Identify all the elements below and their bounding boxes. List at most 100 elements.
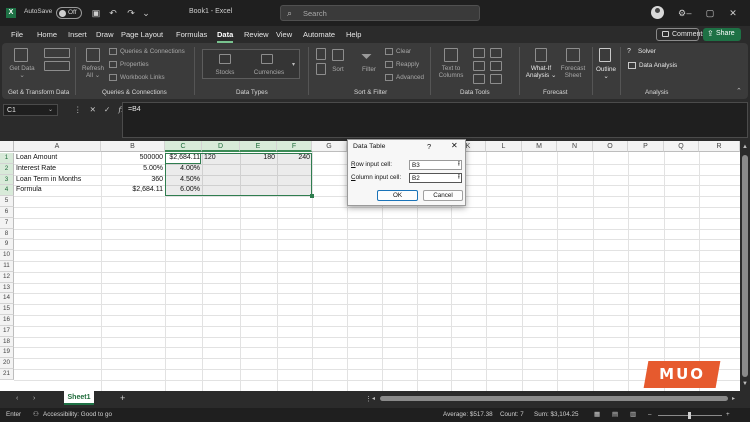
confirm-entry-icon[interactable]: ✓ <box>104 105 110 114</box>
close-icon[interactable]: ✕ <box>728 8 738 18</box>
tab-view[interactable]: View <box>276 30 292 39</box>
column-header[interactable]: D <box>202 141 240 152</box>
cell-d1[interactable]: 120 <box>204 153 238 163</box>
cell-c3[interactable]: 4.50% <box>165 175 200 185</box>
ok-button[interactable]: OK <box>377 190 418 201</box>
cell-a3[interactable]: Loan Term in Months <box>16 175 100 185</box>
scroll-left-icon[interactable]: ◂ <box>372 395 375 402</box>
fill-handle[interactable] <box>310 194 314 198</box>
properties-button[interactable]: Properties <box>109 61 149 68</box>
tab-data[interactable]: Data <box>217 30 234 43</box>
status-average[interactable]: Average: $517.38 <box>443 411 493 418</box>
row-header[interactable]: 6 <box>0 207 14 218</box>
tab-help[interactable]: Help <box>346 30 361 39</box>
cell-c2[interactable]: 4.00% <box>165 164 200 174</box>
close-icon[interactable]: ✕ <box>451 141 458 150</box>
filter-button[interactable]: Filter <box>358 66 380 73</box>
row-header[interactable]: 18 <box>0 336 14 348</box>
customize-qat-icon[interactable]: ⌄ <box>141 8 151 18</box>
from-text-icon[interactable] <box>44 48 70 58</box>
row-header[interactable]: 20 <box>0 358 14 369</box>
tab-page-layout[interactable]: Page Layout <box>121 30 163 39</box>
tab-insert[interactable]: Insert <box>68 30 87 39</box>
minimize-icon[interactable]: – <box>684 8 694 18</box>
column-header[interactable]: C <box>165 141 202 152</box>
prev-sheet-icon[interactable]: ‹ <box>16 395 18 402</box>
tab-draw[interactable]: Draw <box>96 30 114 39</box>
tab-formulas[interactable]: Formulas <box>176 30 207 39</box>
cancel-entry-icon[interactable]: ✕ <box>90 105 96 114</box>
search-box[interactable]: ⌕ Search <box>280 5 480 21</box>
cell-b3[interactable]: 360 <box>101 175 163 185</box>
sort-za-icon[interactable] <box>316 63 326 75</box>
row-header[interactable]: 13 <box>0 282 14 294</box>
next-sheet-icon[interactable]: › <box>33 395 35 402</box>
row-header[interactable]: 2 <box>0 163 14 175</box>
tab-automate[interactable]: Automate <box>303 30 335 39</box>
column-header[interactable]: N <box>557 141 593 152</box>
page-break-view-icon[interactable]: ▥ <box>630 411 636 418</box>
cell-a1[interactable]: Loan Amount <box>16 153 100 163</box>
recent-sources-icon[interactable] <box>44 61 70 71</box>
add-sheet-icon[interactable]: + <box>120 393 125 403</box>
column-header[interactable]: O <box>593 141 628 152</box>
zoom-in-icon[interactable]: + <box>726 411 730 418</box>
autosave-toggle[interactable]: Off <box>56 7 82 19</box>
collapse-dialog-icon[interactable]: ⭱ <box>458 161 460 168</box>
cell-b4[interactable]: $2,684.11 <box>101 185 163 195</box>
undo-icon[interactable]: ↶ <box>108 8 118 18</box>
share-button[interactable]: ⇪ Share <box>703 28 741 41</box>
normal-view-icon[interactable]: ▦ <box>594 411 600 418</box>
sort-az-icon[interactable] <box>316 48 326 60</box>
column-header[interactable]: M <box>522 141 557 152</box>
row-header[interactable]: 5 <box>0 196 14 207</box>
avatar-icon[interactable] <box>651 6 664 19</box>
row-header[interactable]: 17 <box>0 325 14 337</box>
horizontal-scroll-thumb[interactable] <box>380 396 728 401</box>
cell-e1[interactable]: 180 <box>240 153 275 163</box>
save-icon[interactable]: ▣ <box>91 8 101 18</box>
remove-duplicates-icon[interactable] <box>490 48 502 58</box>
formula-input[interactable]: =B4 <box>122 102 748 138</box>
row-header[interactable]: 8 <box>0 228 14 240</box>
flash-fill-icon[interactable] <box>473 48 485 58</box>
accessibility-status[interactable]: Accessibility: Good to go <box>43 411 112 418</box>
tab-splitter-icon[interactable]: ⋮ <box>365 395 372 403</box>
clear-button[interactable]: Clear <box>385 48 411 55</box>
cell-a2[interactable]: Interest Rate <box>16 164 100 174</box>
collapse-dialog-icon[interactable]: ⭱ <box>458 174 460 181</box>
scroll-down-icon[interactable]: ▼ <box>742 381 748 387</box>
advanced-button[interactable]: Advanced <box>385 74 424 81</box>
row-header[interactable]: 21 <box>0 369 14 380</box>
tab-review[interactable]: Review <box>244 30 269 39</box>
row-header[interactable]: 12 <box>0 271 14 283</box>
consolidate-icon[interactable] <box>490 61 502 71</box>
workbook-links-button[interactable]: Workbook Links <box>109 74 165 81</box>
column-header[interactable]: E <box>240 141 277 152</box>
redo-icon[interactable]: ↷ <box>126 8 136 18</box>
column-header[interactable]: B <box>101 141 165 152</box>
cell-c1[interactable]: $2,684.11 <box>165 153 200 163</box>
data-analysis-button[interactable]: Data Analysis <box>628 62 677 69</box>
vertical-scrollbar[interactable]: ▲ ▼ <box>740 141 750 391</box>
get-data-button[interactable]: Get Data ⌄ <box>6 65 38 79</box>
cell-c4[interactable]: 6.00% <box>165 185 200 195</box>
cancel-button[interactable]: Cancel <box>423 190 463 201</box>
text-to-columns-button[interactable]: Text to Columns <box>435 65 467 79</box>
status-sum[interactable]: Sum: $3,104.25 <box>534 411 578 418</box>
solver-button[interactable]: ? Solver <box>627 48 656 55</box>
tab-home[interactable]: Home <box>37 30 57 39</box>
column-header[interactable]: A <box>14 141 101 152</box>
name-box[interactable]: C1 ⌄ <box>3 104 58 116</box>
comments-button[interactable]: Comments <box>656 28 706 41</box>
scroll-thumb[interactable] <box>742 155 748 377</box>
outline-button[interactable]: Outline ⌄ <box>592 66 620 80</box>
row-header[interactable]: 11 <box>0 261 14 272</box>
select-all-corner[interactable] <box>0 141 14 152</box>
column-header[interactable]: R <box>699 141 740 152</box>
relationships-icon[interactable] <box>473 74 485 84</box>
name-box-dropdown-icon[interactable]: ⌄ <box>48 106 53 113</box>
page-layout-view-icon[interactable]: ▤ <box>612 411 618 418</box>
help-icon[interactable]: ? <box>427 142 431 151</box>
maximize-icon[interactable]: ▢ <box>705 8 715 18</box>
